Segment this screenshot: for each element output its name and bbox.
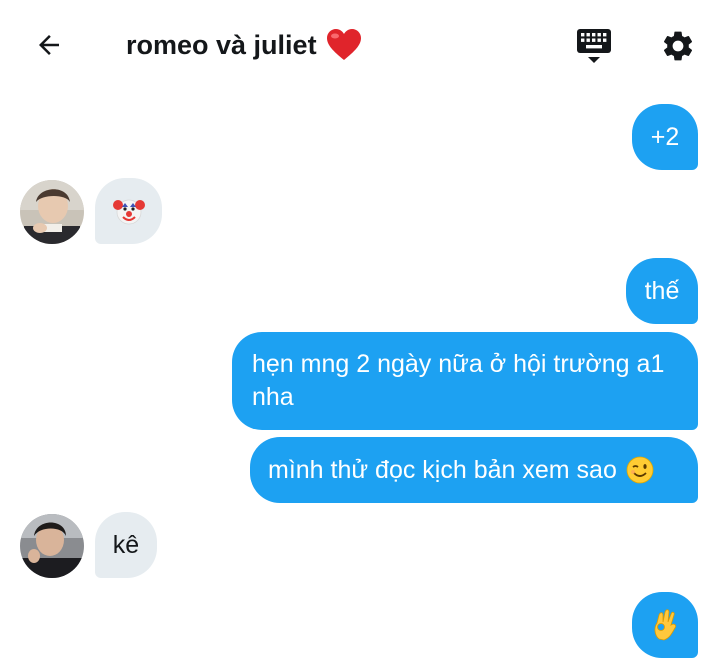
outgoing-message[interactable]: thế	[626, 258, 698, 324]
keyboard-button[interactable]	[573, 26, 615, 66]
outgoing-message[interactable]	[632, 592, 698, 658]
ok-hand-emoji-icon	[650, 609, 680, 641]
gear-icon	[663, 31, 693, 61]
message-text: hẹn mng 2 ngày nữa ở hội trường a1 nha	[252, 350, 665, 411]
incoming-message[interactable]	[95, 178, 162, 244]
message-text: +2	[650, 122, 680, 151]
conversation-title: romeo và juliet	[126, 26, 363, 64]
message-text: kê	[112, 530, 140, 559]
winking-face-emoji-icon	[625, 455, 655, 485]
message-text: thế	[644, 276, 680, 305]
arrow-left-icon	[39, 35, 59, 55]
keyboard-icon	[577, 29, 611, 63]
message-text: mình thử đọc kịch bản xem sao	[268, 455, 617, 484]
clown-face-emoji-icon	[112, 195, 145, 227]
avatar[interactable]	[20, 514, 84, 578]
conversation-header: romeo và juliet	[0, 0, 720, 90]
conversation-title-text: romeo và juliet	[126, 29, 317, 60]
outgoing-message[interactable]: mình thử đọc kịch bản xem sao	[250, 437, 698, 503]
outgoing-message[interactable]: +2	[632, 104, 698, 170]
outgoing-message[interactable]: hẹn mng 2 ngày nữa ở hội trường a1 nha	[232, 332, 698, 430]
incoming-message[interactable]: kê	[95, 512, 157, 578]
settings-button[interactable]	[657, 25, 699, 67]
heart-emoji-icon	[325, 28, 363, 62]
avatar[interactable]	[20, 180, 84, 244]
back-button[interactable]	[30, 26, 68, 64]
